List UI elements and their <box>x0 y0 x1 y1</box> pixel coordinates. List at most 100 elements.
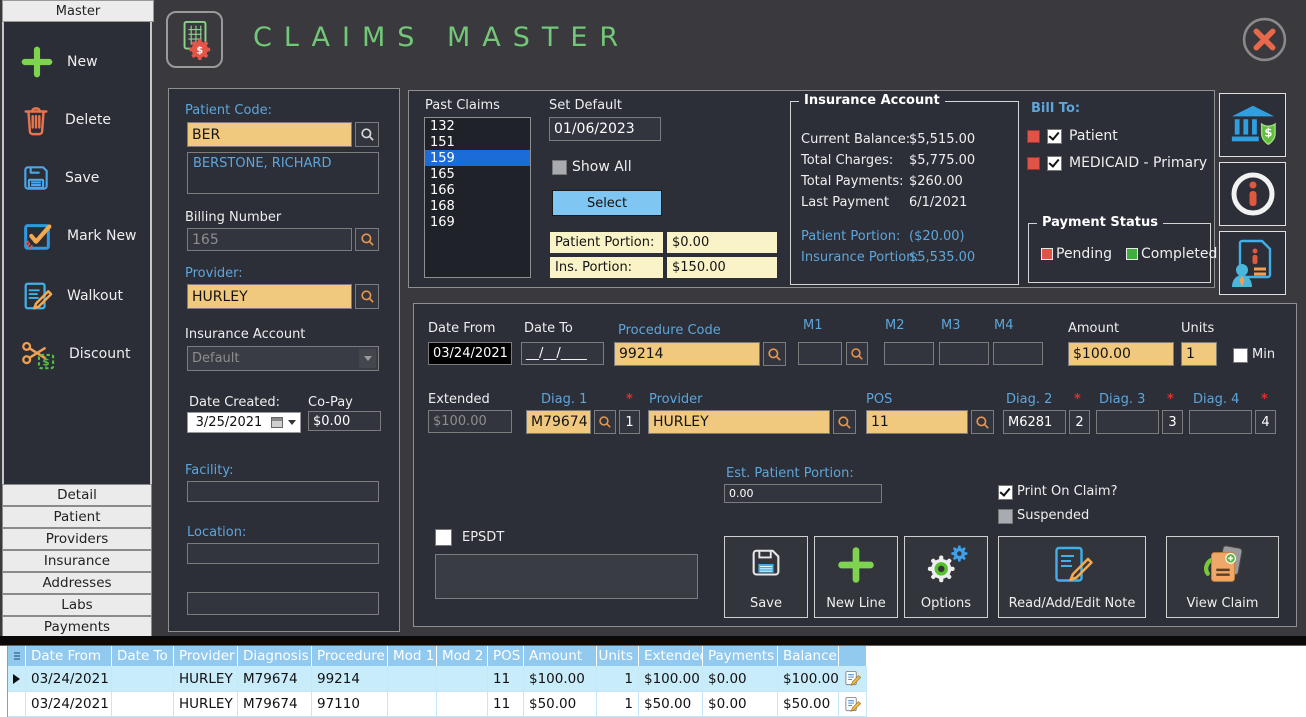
cell-extended[interactable]: $100.00 <box>639 666 703 692</box>
new-line-button[interactable]: New Line <box>814 536 898 618</box>
est-patient-portion-input[interactable]: 0.00 <box>724 484 882 503</box>
date-created-picker[interactable]: 3/25/2021 <box>187 412 301 433</box>
grid-left-scroll-strip[interactable] <box>0 646 8 717</box>
set-default-input[interactable]: 01/06/2023 <box>549 117 661 141</box>
extra-input[interactable] <box>187 592 379 615</box>
cell-units[interactable]: 1 <box>597 692 639 717</box>
row-note-button[interactable] <box>839 666 867 692</box>
m2-input[interactable] <box>884 342 934 365</box>
sidebar-item-patient[interactable]: Patient <box>2 506 152 528</box>
insurance-billing-button[interactable]: $ <box>1219 93 1286 157</box>
view-claim-button[interactable]: View Claim <box>1166 536 1279 618</box>
cell-mod2[interactable] <box>437 692 488 717</box>
col-header-provider[interactable]: Provider <box>174 646 238 666</box>
diag2-input[interactable]: M6281 <box>1003 410 1066 434</box>
col-header-extended[interactable]: Extended <box>639 646 703 666</box>
list-item[interactable]: 169 <box>425 214 530 230</box>
delete-button[interactable]: Delete <box>20 98 111 142</box>
bill-to-medicaid-checkbox[interactable] <box>1047 156 1062 171</box>
cell-diagnosis[interactable]: M79674 <box>238 692 312 717</box>
m4-input[interactable] <box>993 342 1043 365</box>
col-header-units[interactable]: Units <box>597 646 639 666</box>
cell-extended[interactable]: $50.00 <box>639 692 703 717</box>
cell-mod1[interactable] <box>388 692 437 717</box>
facility-input[interactable] <box>187 481 379 502</box>
cell-pos[interactable]: 11 <box>488 666 524 692</box>
patient-code-search-button[interactable] <box>355 122 379 147</box>
detail-save-button[interactable]: Save <box>724 536 808 618</box>
pos-input[interactable]: 11 <box>866 410 968 434</box>
diag1-pointer-box[interactable]: 1 <box>619 410 640 434</box>
options-button[interactable]: Options <box>904 536 988 618</box>
diag1-search-button[interactable] <box>594 410 616 434</box>
copay-input[interactable]: $0.00 <box>308 411 381 431</box>
show-all-checkbox[interactable] <box>552 160 567 175</box>
col-header-amount[interactable]: Amount <box>524 646 597 666</box>
col-header-date-from[interactable]: Date From <box>26 646 112 666</box>
m1-input[interactable] <box>798 342 842 365</box>
diag3-input[interactable] <box>1096 410 1159 434</box>
diag1-input[interactable]: M79674 <box>526 410 591 434</box>
list-item[interactable]: 132 <box>425 118 530 134</box>
min-checkbox[interactable] <box>1233 348 1248 363</box>
walkout-button[interactable]: Walkout <box>20 274 123 318</box>
discount-button[interactable]: $ Discount <box>20 332 130 376</box>
cell-balance[interactable]: $50.00 <box>778 692 839 717</box>
table-row[interactable]: 03/24/2021 HURLEY M79674 97110 11 $50.00… <box>8 692 867 717</box>
cell-date-to[interactable] <box>112 666 174 692</box>
cell-procedure[interactable]: 99214 <box>312 666 388 692</box>
date-to-input[interactable]: __/__/____ <box>521 342 604 365</box>
cell-procedure[interactable]: 97110 <box>312 692 388 717</box>
units-input[interactable]: 1 <box>1181 342 1217 366</box>
m1-search-button[interactable] <box>846 342 868 365</box>
epsdt-checkbox[interactable] <box>435 529 452 546</box>
claims-master-app-button[interactable]: $ <box>166 11 223 68</box>
bill-to-patient-checkbox[interactable] <box>1047 129 1062 144</box>
procedure-code-search-button[interactable] <box>763 342 786 366</box>
print-on-claim-checkbox[interactable] <box>998 485 1013 500</box>
date-from-input[interactable]: 03/24/2021 <box>428 342 512 365</box>
tab-master[interactable]: Master <box>2 0 154 22</box>
cell-date-from[interactable]: 03/24/2021 <box>26 666 112 692</box>
procedure-code-input[interactable]: 99214 <box>614 342 760 366</box>
insurance-account-select[interactable]: Default <box>187 346 379 371</box>
col-header-balance[interactable]: Balance <box>778 646 839 666</box>
select-button[interactable]: Select <box>552 190 662 216</box>
sidebar-item-labs[interactable]: Labs <box>2 594 152 616</box>
insurance-account-dropdown-button[interactable] <box>359 349 376 368</box>
cell-units[interactable]: 1 <box>597 666 639 692</box>
table-row[interactable]: 03/24/2021 HURLEY M79674 99214 11 $100.0… <box>8 666 867 692</box>
cell-mod1[interactable] <box>388 666 437 692</box>
list-item-selected[interactable]: 159 <box>425 150 530 166</box>
cell-payments[interactable]: $0.00 <box>703 692 778 717</box>
list-item[interactable]: 166 <box>425 182 530 198</box>
detail-provider-input[interactable]: HURLEY <box>648 410 830 434</box>
sidebar-item-detail[interactable]: Detail <box>2 484 152 506</box>
row-selector-cell[interactable] <box>8 692 26 717</box>
cell-amount[interactable]: $50.00 <box>524 692 597 717</box>
col-header-payments[interactable]: Payments <box>703 646 778 666</box>
save-button[interactable]: Save <box>20 156 99 200</box>
location-input[interactable] <box>187 543 379 564</box>
cell-date-to[interactable] <box>112 692 174 717</box>
billing-number-search-button[interactable] <box>355 228 379 251</box>
list-item[interactable]: 151 <box>425 134 530 150</box>
cell-pos[interactable]: 11 <box>488 692 524 717</box>
sidebar-item-providers[interactable]: Providers <box>2 528 152 550</box>
note-textarea[interactable] <box>435 554 698 599</box>
pos-search-button[interactable] <box>971 410 994 434</box>
amount-input[interactable]: $100.00 <box>1068 342 1174 366</box>
sidebar-item-insurance[interactable]: Insurance <box>2 550 152 572</box>
row-selector-cell[interactable] <box>8 666 26 692</box>
row-note-button[interactable] <box>839 692 867 717</box>
patient-code-input[interactable]: BER <box>187 122 352 147</box>
suspended-checkbox[interactable] <box>998 509 1013 524</box>
diag3-pointer-box[interactable]: 3 <box>1162 410 1183 434</box>
mark-new-button[interactable]: Mark New <box>20 214 137 258</box>
past-claims-listbox[interactable]: 132 151 159 165 166 168 169 <box>424 117 531 278</box>
cell-provider[interactable]: HURLEY <box>174 692 238 717</box>
cell-date-from[interactable]: 03/24/2021 <box>26 692 112 717</box>
information-button[interactable] <box>1219 162 1286 226</box>
detail-provider-search-button[interactable] <box>833 410 856 434</box>
list-item[interactable]: 168 <box>425 198 530 214</box>
